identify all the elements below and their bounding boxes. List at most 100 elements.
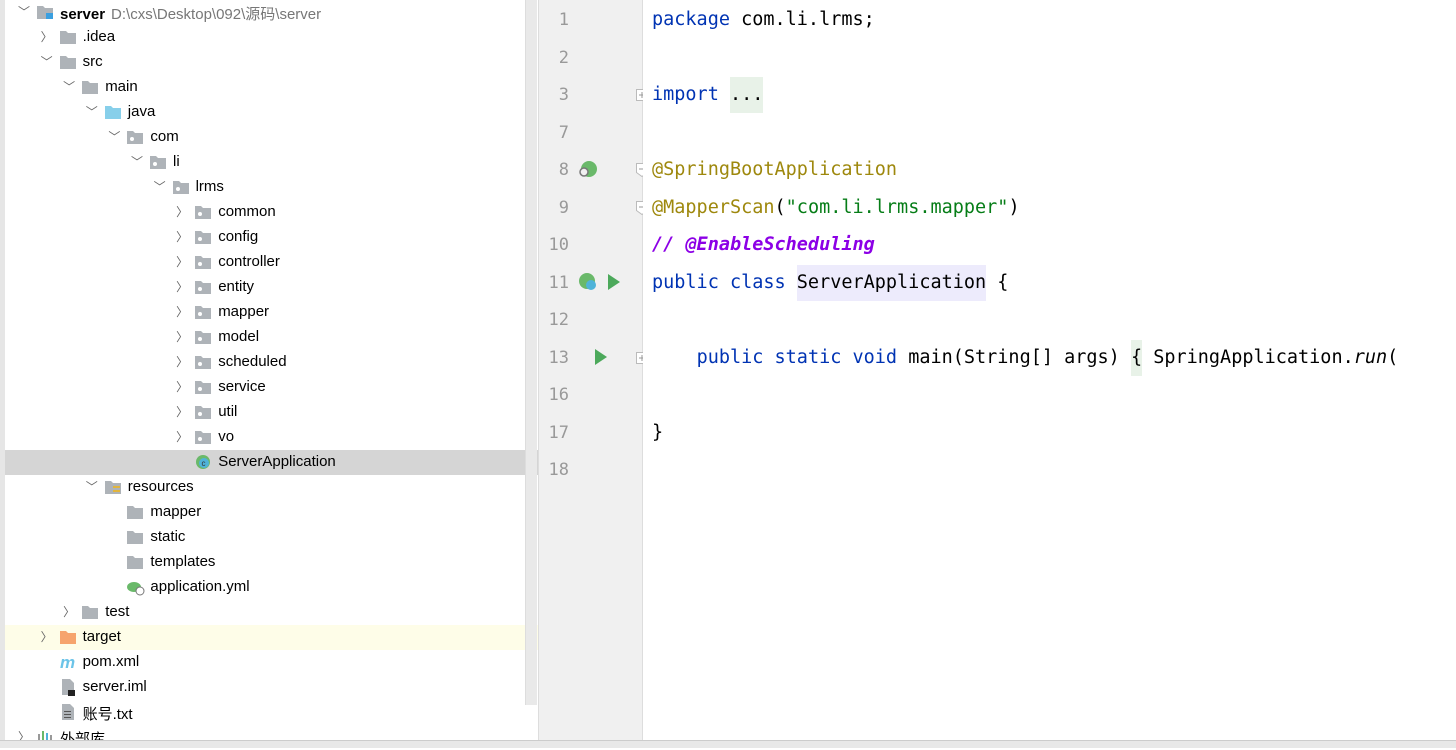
line-number: 16 <box>548 385 569 405</box>
folded-code-region[interactable]: ... <box>729 77 764 113</box>
tree-item-controller[interactable]: 〉 controller <box>5 250 538 275</box>
chevron-down-icon[interactable]: ﹀ <box>153 179 167 195</box>
code-token: ( <box>774 196 786 218</box>
tree-item-label: application.yml <box>150 578 250 595</box>
code-line[interactable]: // @EnableScheduling <box>652 233 875 257</box>
tree-item-label: lrms <box>195 178 224 195</box>
line-number: 11 <box>548 272 569 293</box>
tree-item-main[interactable]: ﹀ main <box>5 75 538 100</box>
tree-item-static[interactable]: static <box>5 525 538 550</box>
run-icon[interactable] <box>594 348 608 371</box>
package-icon <box>195 280 212 294</box>
chevron-down-icon[interactable]: ﹀ <box>85 104 99 120</box>
chevron-right-icon[interactable]: 〉 <box>175 229 189 245</box>
tree-item--txt[interactable]: 账号.txt <box>5 700 538 725</box>
code-line[interactable]: import ... <box>652 77 764 113</box>
tree-item-com[interactable]: ﹀ com <box>5 125 538 150</box>
maven-icon: m <box>60 653 76 672</box>
tree-item-entity[interactable]: 〉 entity <box>5 275 538 300</box>
chevron-right-icon[interactable]: 〉 <box>40 29 54 45</box>
tree-item-pom-xml[interactable]: m pom.xml <box>5 650 538 675</box>
chevron-right-icon[interactable]: 〉 <box>62 604 76 620</box>
chevron-down-icon[interactable]: ﹀ <box>107 129 121 145</box>
tree-item-serverapplication[interactable]: c ServerApplication <box>5 450 538 475</box>
spring-class-icon[interactable] <box>577 272 637 299</box>
project-tree[interactable]: ﹀ server D:\cxs\Desktop\092\源码\server 〉 .ide… <box>0 0 538 748</box>
tree-item-label: controller <box>218 253 280 270</box>
tree-item-templates[interactable]: templates <box>5 550 538 575</box>
code-line[interactable]: package com.li.lrms; <box>652 8 875 32</box>
tree-item-resources[interactable]: ﹀ resources <box>5 475 538 500</box>
tree-item-label: pom.xml <box>82 653 140 670</box>
tree-item-lrms[interactable]: ﹀ lrms <box>5 175 538 200</box>
code-token: "com.li.lrms.mapper" <box>785 196 1009 218</box>
chevron-right-icon[interactable]: 〉 <box>175 304 189 320</box>
tree-scrollbar[interactable] <box>525 0 537 705</box>
tree-item-label: entity <box>218 278 255 295</box>
tree-item-vo[interactable]: 〉 vo <box>5 425 538 450</box>
tree-item-mapper[interactable]: mapper <box>5 500 538 525</box>
code-line[interactable]: @MapperScan("com.li.lrms.mapper") <box>652 196 1020 220</box>
code-token: // @EnableScheduling <box>652 234 875 255</box>
tree-item-config[interactable]: 〉 config <box>5 225 538 250</box>
code-token: ( <box>1387 346 1399 368</box>
chevron-down-icon[interactable]: ﹀ <box>17 4 31 20</box>
svg-text:c: c <box>202 459 206 468</box>
chevron-right-icon[interactable]: 〉 <box>40 629 54 645</box>
tree-item-mapper[interactable]: 〉 mapper <box>5 300 538 325</box>
chevron-right-icon[interactable]: 〉 <box>175 379 189 395</box>
tree-item-util[interactable]: 〉 util <box>5 400 538 425</box>
package-icon <box>172 180 189 194</box>
text-file-icon <box>60 704 76 720</box>
package-icon <box>195 305 212 319</box>
code-line[interactable]: public static void main(String[] args) {… <box>652 339 1399 376</box>
tree-item-application-yml[interactable]: application.yml <box>5 575 538 600</box>
tree-item-src[interactable]: ﹀ src <box>5 50 538 75</box>
folder-icon <box>59 30 76 44</box>
tree-item-label: src <box>82 53 103 70</box>
tree-item-label: mapper <box>218 303 270 320</box>
chevron-right-icon[interactable]: 〉 <box>175 254 189 270</box>
tree-item-li[interactable]: ﹀ li <box>5 150 538 175</box>
chevron-right-icon[interactable]: 〉 <box>175 329 189 345</box>
tree-item--idea[interactable]: 〉 .idea <box>5 25 538 50</box>
spring-class-icon: c <box>195 454 211 469</box>
chevron-down-icon[interactable]: ﹀ <box>85 479 99 495</box>
chevron-down-icon[interactable]: ﹀ <box>130 154 144 170</box>
line-number: 12 <box>548 310 569 330</box>
tree-item-label: templates <box>150 553 216 570</box>
chevron-right-icon[interactable]: 〉 <box>175 279 189 295</box>
chevron-down-icon[interactable]: ﹀ <box>40 54 54 70</box>
code-line[interactable]: @SpringBootApplication <box>652 158 897 182</box>
tree-item-scheduled[interactable]: 〉 scheduled <box>5 350 538 375</box>
code-line[interactable]: } <box>652 421 663 445</box>
folded-code-region[interactable]: { <box>1130 339 1143 376</box>
code-editor[interactable]: package com.li.lrms; import ... @SpringBoo… <box>643 0 1456 740</box>
chevron-down-icon[interactable]: ﹀ <box>62 79 76 95</box>
folder-icon <box>127 505 144 519</box>
line-number: 2 <box>558 47 569 68</box>
tree-item-server[interactable]: ﹀ server D:\cxs\Desktop\092\源码\server <box>5 0 538 25</box>
horizontal-scrollbar[interactable] <box>0 740 1456 748</box>
tree-item-model[interactable]: 〉 model <box>5 325 538 350</box>
package-icon <box>195 380 212 394</box>
chevron-right-icon[interactable]: 〉 <box>175 204 189 220</box>
tree-item-test[interactable]: 〉 test <box>5 600 538 625</box>
chevron-right-icon[interactable]: 〉 <box>175 404 189 420</box>
package-icon <box>195 405 212 419</box>
tree-item-java[interactable]: ﹀ java <box>5 100 538 125</box>
tree-item-target[interactable]: 〉 target <box>5 625 538 650</box>
code-line[interactable]: public class ServerApplication { <box>652 264 1008 301</box>
spring-bean-icon[interactable] <box>577 160 599 185</box>
tree-item-service[interactable]: 〉 service <box>5 375 538 400</box>
tree-item-label: config <box>218 228 259 245</box>
line-number: 3 <box>558 85 569 105</box>
tree-item-label: target <box>82 628 121 645</box>
tree-item-common[interactable]: 〉 common <box>5 200 538 225</box>
chevron-right-icon[interactable]: 〉 <box>175 429 189 445</box>
line-number: 9 <box>558 197 569 218</box>
tree-item-server-iml[interactable]: server.iml <box>5 675 538 700</box>
chevron-right-icon[interactable]: 〉 <box>175 354 189 370</box>
code-token: com.li.lrms; <box>741 9 875 30</box>
